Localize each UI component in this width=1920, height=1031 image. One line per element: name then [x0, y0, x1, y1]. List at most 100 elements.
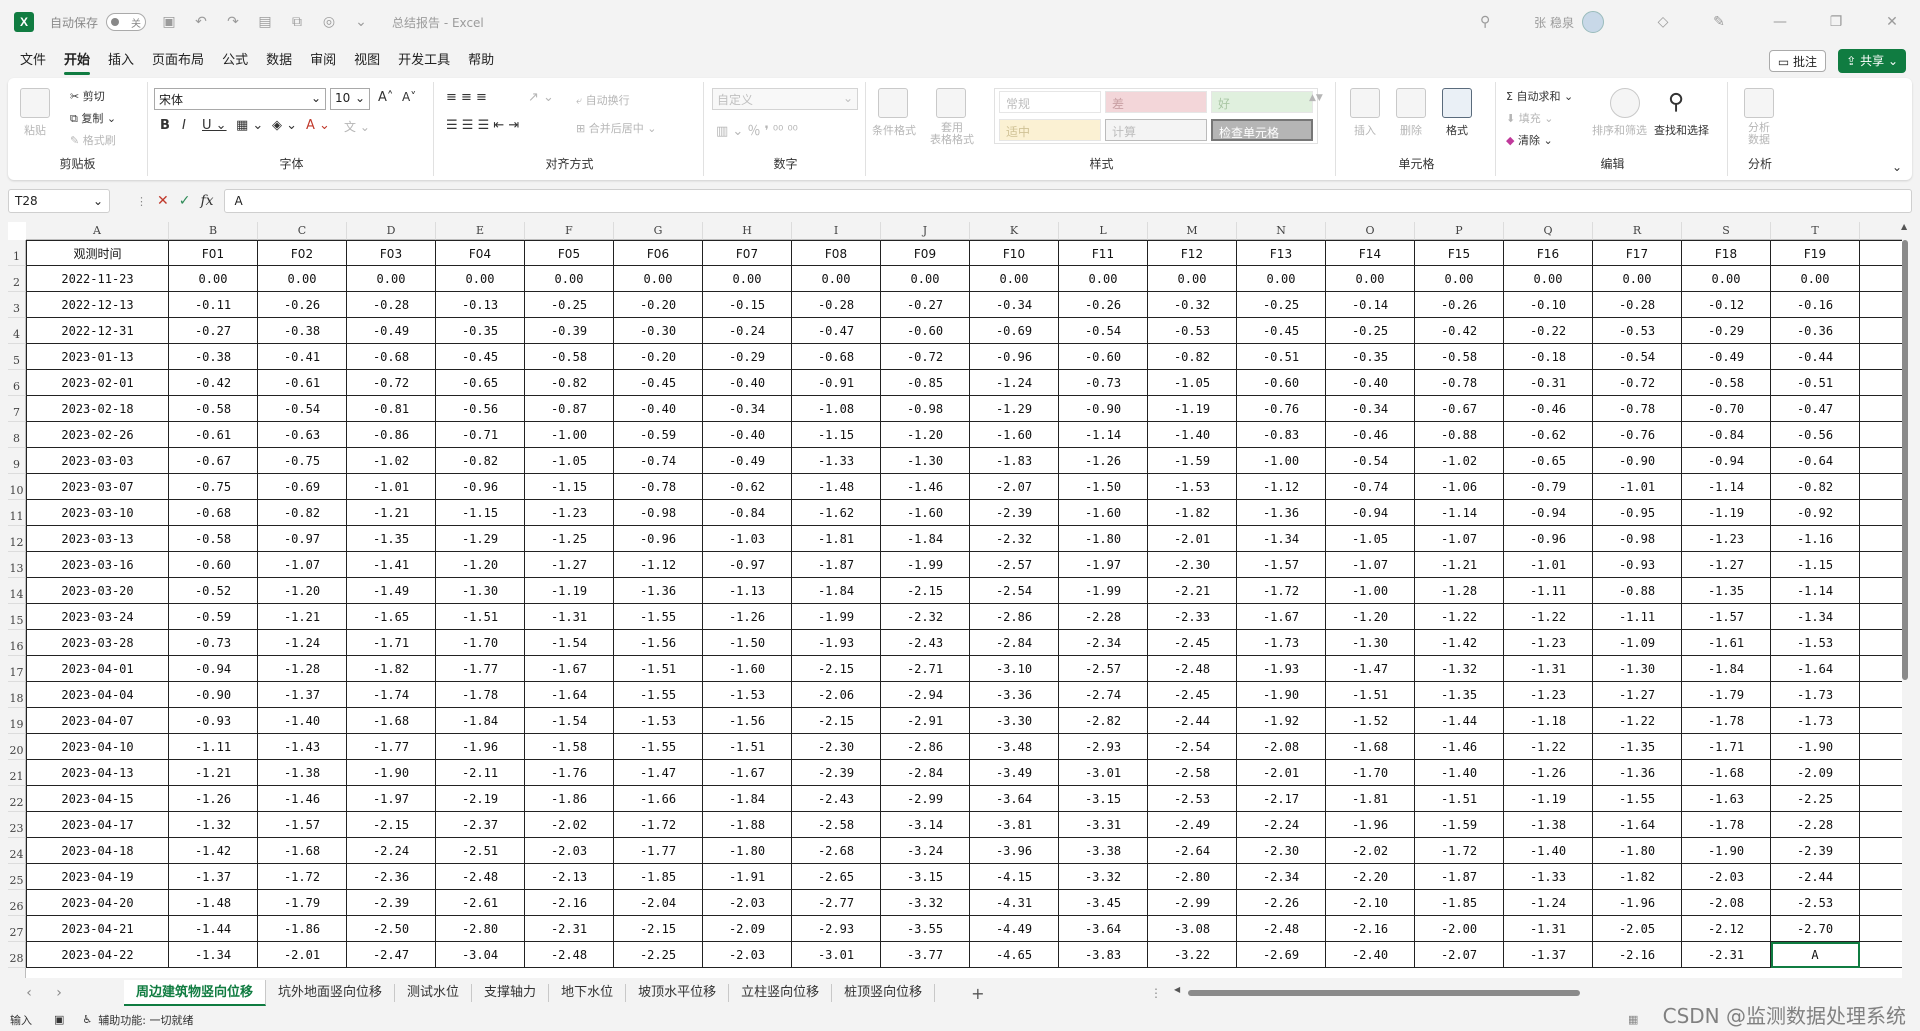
table-cell[interactable]: -1.68: [258, 838, 347, 864]
table-cell[interactable]: -1.80: [1593, 838, 1682, 864]
table-cell[interactable]: 2023-04-22: [26, 942, 169, 968]
table-cell[interactable]: -0.98: [881, 396, 970, 422]
insert-cells-button[interactable]: 插入: [1354, 122, 1376, 138]
table-cell[interactable]: -1.46: [881, 474, 970, 500]
table-cell[interactable]: -1.80: [703, 838, 792, 864]
sheet-tab-column-settlement[interactable]: 立柱竖向位移: [729, 984, 833, 1002]
table-cell[interactable]: -1.22: [1415, 604, 1504, 630]
table-cell[interactable]: -1.11: [1593, 604, 1682, 630]
autosum-button[interactable]: Σ 自动求和 ⌄: [1506, 88, 1573, 104]
table-cell[interactable]: -0.60: [169, 552, 258, 578]
table-cell[interactable]: -1.90: [1771, 734, 1860, 760]
table-cell[interactable]: -0.68: [169, 500, 258, 526]
table-cell[interactable]: [1860, 630, 1902, 656]
row-header[interactable]: 28: [8, 942, 26, 968]
table-cell[interactable]: -1.27: [525, 552, 614, 578]
table-cell[interactable]: -0.88: [1593, 578, 1682, 604]
table-cell[interactable]: 0.00: [1326, 266, 1415, 292]
table-cell[interactable]: -1.14: [1682, 474, 1771, 500]
table-cell[interactable]: -2.07: [1415, 942, 1504, 968]
table-cell[interactable]: -1.72: [614, 812, 703, 838]
tab-formulas[interactable]: 公式: [214, 48, 256, 76]
minimize-icon[interactable]: —: [1752, 14, 1808, 30]
header-cell[interactable]: F01: [169, 240, 258, 266]
table-cell[interactable]: -0.62: [703, 474, 792, 500]
table-cell[interactable]: -0.46: [1504, 396, 1593, 422]
table-cell[interactable]: [1860, 292, 1902, 318]
table-cell[interactable]: 2023-03-20: [26, 578, 169, 604]
table-cell[interactable]: -2.48: [525, 942, 614, 968]
table-cell[interactable]: -1.32: [1415, 656, 1504, 682]
table-cell[interactable]: -0.27: [881, 292, 970, 318]
table-cell[interactable]: -3.83: [1059, 942, 1148, 968]
table-cell[interactable]: -0.28: [792, 292, 881, 318]
table-cell[interactable]: -1.65: [347, 604, 436, 630]
decrease-font-icon[interactable]: A˅: [402, 90, 416, 104]
table-cell[interactable]: -1.55: [614, 604, 703, 630]
header-cell[interactable]: F12: [1148, 240, 1237, 266]
table-cell[interactable]: -1.90: [1237, 682, 1326, 708]
column-header[interactable]: M: [1148, 222, 1237, 240]
table-cell[interactable]: -3.30: [970, 708, 1059, 734]
table-cell[interactable]: -1.76: [525, 760, 614, 786]
table-cell[interactable]: [1860, 552, 1902, 578]
table-cell[interactable]: -1.51: [703, 734, 792, 760]
table-cell[interactable]: -1.61: [1682, 630, 1771, 656]
tab-review[interactable]: 审阅: [302, 48, 344, 76]
table-cell[interactable]: -2.24: [347, 838, 436, 864]
table-cell[interactable]: -1.82: [1148, 500, 1237, 526]
table-cell[interactable]: -1.15: [525, 474, 614, 500]
table-cell[interactable]: -1.79: [1682, 682, 1771, 708]
table-cell[interactable]: -0.68: [792, 344, 881, 370]
row-header[interactable]: 12: [8, 526, 26, 552]
table-cell[interactable]: 2022-11-23: [26, 266, 169, 292]
table-cell[interactable]: -1.87: [792, 552, 881, 578]
table-cell[interactable]: -0.35: [436, 318, 525, 344]
table-cell[interactable]: [1860, 266, 1902, 292]
table-cell[interactable]: -0.64: [1771, 448, 1860, 474]
table-cell[interactable]: -1.15: [436, 500, 525, 526]
table-cell[interactable]: -3.14: [881, 812, 970, 838]
align-top-icon[interactable]: ≡ ≡ ≡: [446, 90, 487, 105]
table-cell[interactable]: -0.79: [1504, 474, 1593, 500]
table-cell[interactable]: -2.39: [347, 890, 436, 916]
table-cell[interactable]: -1.67: [703, 760, 792, 786]
table-cell[interactable]: -1.36: [1593, 760, 1682, 786]
find-select-icon[interactable]: ⚲: [1668, 90, 1684, 115]
table-cell[interactable]: -1.88: [703, 812, 792, 838]
collapse-ribbon-icon[interactable]: ⌄: [1892, 160, 1902, 174]
table-cell[interactable]: -2.39: [792, 760, 881, 786]
table-cell[interactable]: -3.04: [436, 942, 525, 968]
number-format-select[interactable]: 自定义 ⌄: [712, 88, 858, 110]
row-header[interactable]: 19: [8, 708, 26, 734]
table-cell[interactable]: -1.29: [970, 396, 1059, 422]
table-cell[interactable]: -2.15: [614, 916, 703, 942]
table-cell[interactable]: -1.96: [1326, 812, 1415, 838]
table-cell[interactable]: -2.13: [525, 864, 614, 890]
table-cell[interactable]: -1.29: [436, 526, 525, 552]
conditional-format-button[interactable]: 条件格式: [872, 122, 916, 138]
table-cell[interactable]: -0.90: [1059, 396, 1148, 422]
column-header[interactable]: P: [1415, 222, 1504, 240]
table-cell[interactable]: -1.46: [258, 786, 347, 812]
table-cell[interactable]: -1.23: [1504, 682, 1593, 708]
table-cell[interactable]: -1.15: [792, 422, 881, 448]
table-cell[interactable]: -1.99: [792, 604, 881, 630]
table-cell[interactable]: -2.03: [703, 942, 792, 968]
user-name[interactable]: 张 稳泉: [1534, 14, 1574, 31]
row-header[interactable]: 7: [8, 396, 26, 422]
table-cell[interactable]: -2.28: [1771, 812, 1860, 838]
table-cell[interactable]: [1860, 578, 1902, 604]
formula-input[interactable]: A: [223, 189, 1912, 213]
column-header[interactable]: S: [1682, 222, 1771, 240]
table-cell[interactable]: -0.96: [436, 474, 525, 500]
table-cell[interactable]: -2.45: [1148, 682, 1237, 708]
table-cell[interactable]: -0.32: [1148, 292, 1237, 318]
horizontal-scroll-thumb[interactable]: [1188, 990, 1580, 996]
format-table-button[interactable]: 套用 表格格式: [930, 122, 974, 146]
table-cell[interactable]: -0.94: [1504, 500, 1593, 526]
table-cell[interactable]: -2.15: [347, 812, 436, 838]
style-bad[interactable]: 差: [1105, 91, 1207, 113]
table-cell[interactable]: -0.34: [1326, 396, 1415, 422]
table-cell[interactable]: -0.47: [792, 318, 881, 344]
